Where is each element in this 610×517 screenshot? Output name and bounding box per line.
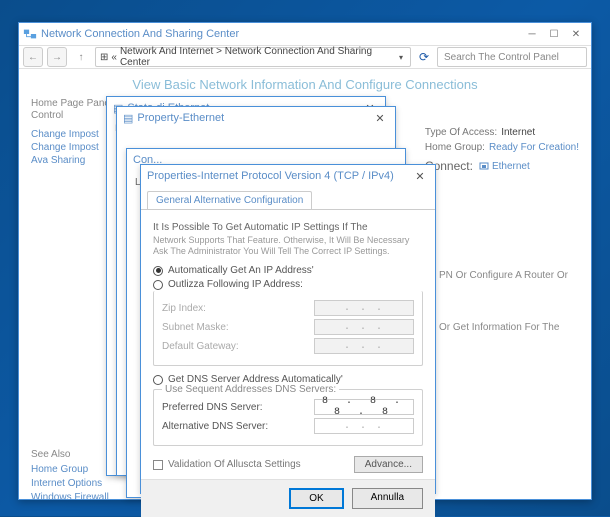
gateway-label: Default Gateway: [162,341,239,352]
d4-close[interactable]: ✕ [411,167,429,185]
d4-body: It Is Possible To Get Automatic IP Setti… [141,210,435,479]
see-also-internet-options[interactable]: Internet Options [31,478,109,489]
window-title: Network Connection And Sharing Center [41,28,521,40]
access-value: Internet [501,125,535,140]
validate-row: Validation Of Alluscta Settings Advance.… [153,456,423,473]
radio-auto-dns-input[interactable] [153,375,163,385]
body-text-1: PN Or Configure A Router Or [439,269,579,282]
forward-button[interactable]: → [47,47,67,67]
radio-auto-ip-input[interactable] [153,266,163,276]
page-banner: View Basic Network Information And Confi… [31,77,579,92]
alt-dns-input[interactable]: . . . [314,418,414,434]
ip-fieldset: Zip Index: . . . Subnet Maske: . . . Defau… [153,291,423,366]
subnet-input: . . . [314,319,414,335]
radio-auto-ip-label: Automatically Get An IP Address' [168,265,314,276]
ethernet-text: Ethernet [492,159,530,174]
group-label: Home Group: [425,140,485,155]
dialog-buttons: OK Annulla [141,479,435,517]
breadcrumb-prefix: « [111,52,117,63]
network-info: Type Of Access: Internet Home Group: Ready… [425,125,579,175]
radio-use-ip-label: Outlizza Following IP Address: [168,279,303,290]
d2-close[interactable]: ✕ [371,109,389,127]
zip-input: . . . [314,300,414,316]
back-button[interactable]: ← [23,47,43,67]
breadcrumb-text: Network And Internet > Network Connectio… [120,46,396,68]
window-controls: ─ ☐ ✕ [521,25,587,43]
d2-title: Property-Ethernet [137,112,371,124]
network-icon [23,27,37,41]
d2-icon: ▤ [123,112,133,125]
access-label: Type Of Access: [425,125,497,140]
dialog-ipv4-properties: Properties-Internet Protocol Version 4 (… [140,164,436,494]
breadcrumb-dropdown-icon[interactable]: ▾ [396,53,406,62]
tab-strip: General Alternative Configuration [141,191,435,210]
gateway-input: . . . [314,338,414,354]
zip-label: Zip Index: [162,303,206,314]
use-dns-label: Use Sequent Addresses DNS Servers: [162,384,339,395]
alt-dns-label: Alternative DNS Server: [162,421,268,432]
see-also: See Also Home Group Internet Options Win… [31,449,109,506]
title-bar: Network Connection And Sharing Center ─ … [19,23,591,45]
radio-auto-ip[interactable]: Automatically Get An IP Address' [153,265,423,276]
ethernet-link[interactable]: Ethernet [479,159,530,174]
maximize-button[interactable]: ☐ [543,25,565,43]
close-button[interactable]: ✕ [565,25,587,43]
intro-rest: Network Supports That Feature. Otherwise… [153,235,423,258]
breadcrumb-icon: ⊞ [100,52,108,63]
validate-label: Validation Of Alluscta Settings [168,459,301,470]
see-also-homegroup[interactable]: Home Group [31,464,109,475]
search-placeholder: Search The Control Panel [444,52,559,63]
intro-bold: It Is Possible To Get Automatic IP Setti… [153,222,423,235]
breadcrumb[interactable]: ⊞ « Network And Internet > Network Conne… [95,47,411,67]
pref-dns-label: Preferred DNS Server: [162,402,263,413]
cancel-button[interactable]: Annulla [352,488,423,509]
ok-button[interactable]: OK [289,488,343,509]
validate-checkbox[interactable] [153,460,163,470]
refresh-button[interactable]: ⟳ [415,48,433,66]
group-value[interactable]: Ready For Creation! [489,140,579,155]
subnet-label: Subnet Maske: [162,322,229,333]
advance-button[interactable]: Advance... [354,456,423,473]
radio-use-ip-input[interactable] [153,280,163,290]
up-button[interactable]: ↑ [71,47,91,67]
toolbar: ← → ↑ ⊞ « Network And Internet > Network… [19,45,591,69]
body-text-2: Or Get Information For The [439,321,579,334]
pref-dns-input[interactable]: 8 . 8 . 8 . 8 [314,399,414,415]
intro-text: It Is Possible To Get Automatic IP Setti… [153,222,423,257]
minimize-button[interactable]: ─ [521,25,543,43]
see-also-header: See Also [31,449,109,460]
tab-general[interactable]: General Alternative Configuration [147,191,312,209]
see-also-windows-firewall[interactable]: Windows Firewall [31,492,109,503]
d4-title: Properties-Internet Protocol Version 4 (… [147,170,411,182]
search-input[interactable]: Search The Control Panel [437,47,587,67]
ethernet-icon [479,161,489,171]
radio-use-ip[interactable]: Outlizza Following IP Address: [153,279,423,290]
dns-fieldset: Use Sequent Addresses DNS Servers: Prefe… [153,389,423,446]
